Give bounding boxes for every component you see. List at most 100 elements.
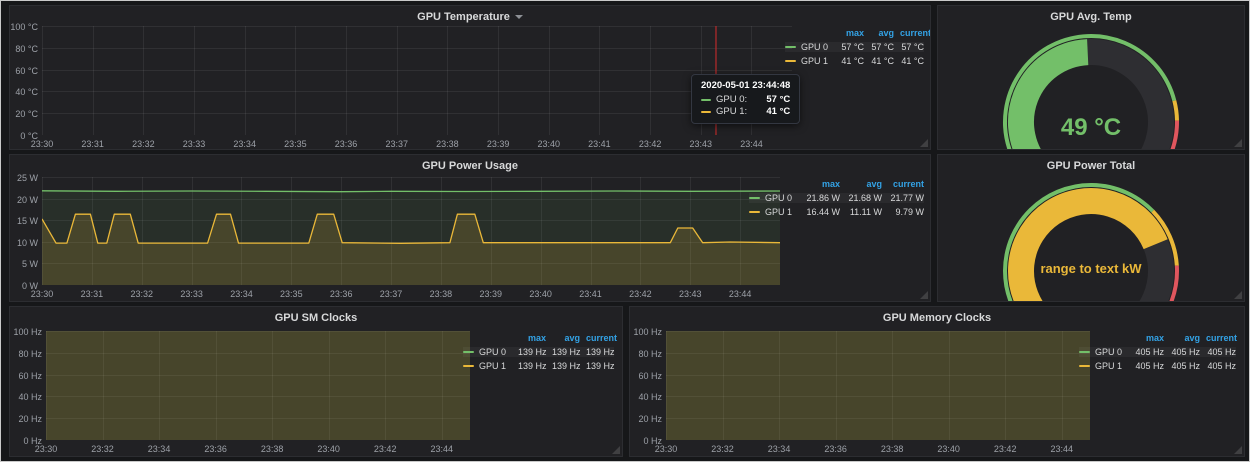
panel-title-text: GPU Power Usage (422, 160, 518, 172)
x-axis-tick-label: 23:39 (478, 139, 518, 149)
y-axis-tick-label: 40 Hz (629, 392, 662, 402)
x-axis-tick-label: 23:40 (929, 444, 969, 454)
panel-title-gpu-power-usage[interactable]: GPU Power Usage (10, 157, 930, 175)
legend-stat-value: 57 °C (834, 42, 864, 52)
tooltip-row: GPU 0: 57 °C (701, 94, 790, 105)
legend-stat-value: 405 Hz (1200, 347, 1236, 357)
legend-column-header[interactable]: current (580, 333, 614, 343)
x-axis-tick-label: 23:39 (471, 289, 511, 299)
legend-column-header[interactable]: avg (864, 28, 894, 38)
x-axis-tick-label: 23:30 (22, 139, 62, 149)
legend-series-toggle[interactable]: GPU 1 (749, 207, 798, 217)
gpu-avg-temp-gauge: 49 °C (938, 30, 1244, 149)
x-axis-tick-label: 23:34 (139, 444, 179, 454)
panel-title-text: GPU Power Total (1047, 160, 1135, 172)
series-color-dash (701, 99, 711, 101)
legend-column-header[interactable]: avg (840, 179, 882, 189)
legend-series-name: GPU 0 (801, 42, 828, 52)
x-axis-tick-label: 23:32 (122, 289, 162, 299)
legend-column-header[interactable]: max (1128, 333, 1164, 343)
legend-series-toggle[interactable]: GPU 1 (463, 361, 512, 371)
gpu-sm-clocks-chart[interactable] (46, 331, 470, 440)
panel-title-text: GPU Memory Clocks (883, 312, 991, 324)
legend-series-name: GPU 1 (801, 56, 828, 66)
y-axis-tick-label: 60 Hz (9, 371, 42, 381)
y-axis-tick-label: 100 Hz (629, 327, 662, 337)
legend-series-toggle[interactable]: GPU 0 (749, 193, 798, 203)
panel-resize-handle[interactable] (612, 446, 620, 454)
y-axis-tick-label: 40 Hz (9, 392, 42, 402)
legend-stat-value: 41 °C (894, 56, 924, 66)
legend-column-header[interactable]: max (798, 179, 840, 189)
panel-resize-handle[interactable] (920, 291, 928, 299)
x-axis-tick-label: 23:35 (275, 139, 315, 149)
x-axis-tick-label: 23:32 (703, 444, 743, 454)
panel-title-gpu-sm-clocks[interactable]: GPU SM Clocks (10, 309, 622, 327)
legend-stat-value: 11.11 W (840, 207, 882, 217)
x-axis-tick-label: 23:44 (731, 139, 771, 149)
panel-title-text: GPU Temperature (417, 11, 510, 23)
y-axis-tick-label: 80 Hz (629, 349, 662, 359)
x-axis-tick-label: 23:44 (1042, 444, 1082, 454)
legend-stat-value: 16.44 W (798, 207, 840, 217)
series-color-dash (1079, 351, 1090, 353)
legend-column-header[interactable]: current (894, 28, 924, 38)
panel-resize-handle[interactable] (1234, 291, 1242, 299)
legend-stat-value: 139 Hz (512, 347, 546, 357)
panel-gpu-power-usage: GPU Power Usage maxavgcurrent GPU 021.86 … (9, 154, 931, 302)
panel-title-gpu-power-total[interactable]: GPU Power Total (938, 157, 1244, 175)
gpu-memory-clocks-chart[interactable] (666, 331, 1090, 440)
legend-column-header[interactable]: avg (546, 333, 580, 343)
x-axis-tick-label: 23:42 (620, 289, 660, 299)
legend-series-name: GPU 0 (479, 347, 506, 357)
tooltip-series-name: GPU 1: (716, 106, 747, 117)
legend-series-toggle[interactable]: GPU 0 (463, 347, 512, 357)
legend-column-header[interactable]: max (512, 333, 546, 343)
panel-resize-handle[interactable] (920, 139, 928, 147)
x-axis-tick-label: 23:34 (759, 444, 799, 454)
y-axis-tick-label: 10 W (9, 238, 38, 248)
legend-column-header[interactable]: avg (1164, 333, 1200, 343)
panel-title-gpu-memory-clocks[interactable]: GPU Memory Clocks (630, 309, 1244, 327)
panel-title-gpu-avg-temp[interactable]: GPU Avg. Temp (938, 8, 1244, 26)
legend-column-header[interactable]: current (1200, 333, 1236, 343)
panel-gpu-avg-temp: GPU Avg. Temp 49 °C (937, 5, 1245, 150)
legend-stat-value: 41 °C (834, 56, 864, 66)
y-axis-tick-label: 80 Hz (9, 349, 42, 359)
y-axis-tick-label: 15 W (9, 216, 38, 226)
panel-resize-handle[interactable] (1234, 446, 1242, 454)
legend-column-header[interactable]: current (882, 179, 924, 189)
x-axis-tick-label: 23:40 (309, 444, 349, 454)
x-axis-tick-label: 23:31 (72, 289, 112, 299)
gpu-power-total-gauge: range to text kW (938, 179, 1244, 301)
y-axis-tick-label: 60 °C (9, 66, 38, 76)
x-axis-tick-label: 23:34 (225, 139, 265, 149)
x-axis-tick-label: 23:38 (427, 139, 467, 149)
series-color-dash (463, 351, 474, 353)
x-axis-tick-label: 23:31 (73, 139, 113, 149)
gauge-value-text: 49 °C (938, 114, 1244, 142)
panel-gpu-temperature: GPU Temperature maxavgcurrent GPU 0 57 °C 5… (9, 5, 931, 150)
legend-series-toggle[interactable]: GPU 1 (785, 56, 834, 66)
gpu-temperature-chart[interactable] (42, 26, 792, 135)
gpu-power-usage-chart[interactable] (42, 177, 780, 285)
tooltip-series-value: 57 °C (752, 94, 790, 105)
panel-resize-handle[interactable] (1234, 139, 1242, 147)
legend-stat-value: 139 Hz (512, 361, 546, 371)
legend-series-toggle[interactable]: GPU 0 (1079, 347, 1128, 357)
x-axis-tick-label: 23:35 (271, 289, 311, 299)
legend-stat-value: 21.68 W (840, 193, 882, 203)
tooltip-row: GPU 1: 41 °C (701, 106, 790, 117)
x-axis-tick-label: 23:42 (985, 444, 1025, 454)
x-axis-tick-label: 23:40 (529, 139, 569, 149)
legend-column-header[interactable]: max (834, 28, 864, 38)
chart-tooltip: 2020-05-01 23:44:48 GPU 0: 57 °C GPU 1: … (691, 74, 800, 124)
legend-stat-value: 21.86 W (798, 193, 840, 203)
legend-stat-value: 9.79 W (882, 207, 924, 217)
legend-series-toggle[interactable]: GPU 0 (785, 42, 834, 52)
panel-title-gpu-temperature[interactable]: GPU Temperature (10, 8, 930, 26)
legend-series-name: GPU 0 (1095, 347, 1122, 357)
legend-series-toggle[interactable]: GPU 1 (1079, 361, 1128, 371)
tooltip-timestamp: 2020-05-01 23:44:48 (701, 80, 790, 91)
tooltip-series-name: GPU 0: (716, 94, 747, 105)
